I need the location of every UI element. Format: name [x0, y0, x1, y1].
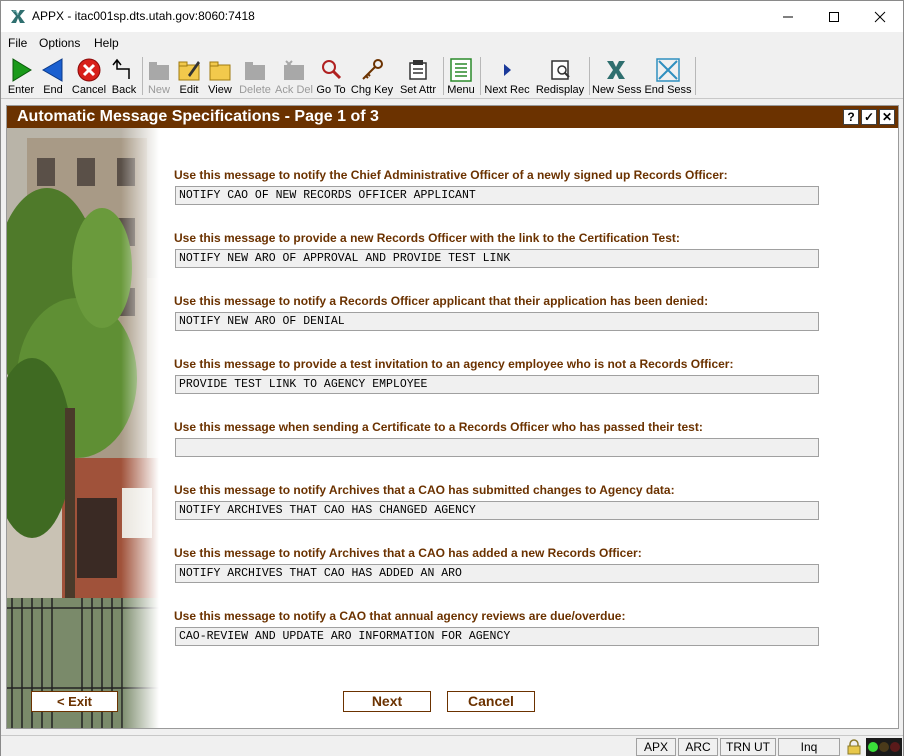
back-arrow-icon: [42, 58, 63, 82]
close-window-button[interactable]: [857, 1, 903, 32]
status-mode: Inq: [778, 738, 840, 756]
back-button[interactable]: Back: [109, 55, 139, 97]
new-button[interactable]: New: [145, 55, 173, 97]
end-session-icon: [656, 58, 680, 82]
window-title: APPX - itac001sp.dts.utah.gov:8060:7418: [32, 9, 255, 23]
ack-delete-icon: [284, 60, 304, 80]
question-label: Use this message when sending a Certific…: [174, 420, 703, 434]
ack-del-button[interactable]: Ack Del: [275, 55, 313, 97]
page-title: Automatic Message Specifications - Page …: [17, 108, 379, 125]
message-field-5[interactable]: [175, 438, 819, 457]
go-to-button[interactable]: Go To: [315, 55, 347, 97]
menu-list-icon: [450, 58, 472, 82]
minimize-icon: [783, 16, 793, 17]
redisplay-icon: [551, 60, 570, 80]
menu-file[interactable]: File: [8, 36, 27, 50]
toolbar-separator: [142, 57, 143, 95]
cancel-x-icon: [77, 58, 101, 82]
delete-folder-icon: [245, 62, 265, 80]
status-trn: TRN UT: [720, 738, 776, 756]
toolbar-separator: [443, 57, 444, 95]
toolbar-separator: [480, 57, 481, 95]
close-icon: [874, 11, 886, 22]
panel-header: Automatic Message Specifications - Page …: [7, 106, 898, 128]
edit-button[interactable]: Edit: [175, 55, 203, 97]
appx-logo-icon: [11, 10, 25, 23]
form-panel: Automatic Message Specifications - Page …: [6, 105, 899, 729]
question-label: Use this message to notify a Records Off…: [174, 294, 709, 308]
cancel-button[interactable]: Cancel: [447, 691, 535, 712]
maximize-button[interactable]: [811, 1, 857, 32]
form-content: Use this message to notify the Chief Adm…: [7, 128, 898, 728]
chg-key-button[interactable]: Chg Key: [350, 55, 394, 97]
question-label: Use this message to notify the Chief Adm…: [174, 168, 728, 182]
magnifier-icon: [322, 60, 342, 80]
cancel-button-toolbar[interactable]: Cancel: [70, 55, 108, 97]
menu-bar: File Options Help: [1, 33, 903, 53]
menu-options[interactable]: Options: [39, 36, 80, 50]
question-label: Use this message to notify Archives that…: [174, 546, 642, 560]
play-arrow-icon: [12, 58, 32, 82]
redisplay-button[interactable]: Redisplay: [534, 55, 586, 97]
lock-icon: [847, 739, 861, 755]
help-button[interactable]: ?: [843, 109, 859, 125]
question-label: Use this message to provide a new Record…: [174, 231, 680, 245]
status-bar: APX ARC TRN UT Inq: [1, 735, 903, 756]
next-rec-button[interactable]: Next Rec: [483, 55, 531, 97]
message-field-2[interactable]: NOTIFY NEW ARO OF APPROVAL AND PROVIDE T…: [175, 249, 819, 268]
traffic-light-icon: [866, 738, 902, 756]
new-folder-icon: [149, 62, 169, 80]
message-field-3[interactable]: NOTIFY NEW ARO OF DENIAL: [175, 312, 819, 331]
toolbar-separator: [589, 57, 590, 95]
minimize-button[interactable]: [765, 1, 811, 32]
view-button[interactable]: View: [206, 55, 234, 97]
end-sess-button[interactable]: End Sess: [643, 55, 693, 97]
message-field-8[interactable]: CAO-REVIEW AND UPDATE ARO INFORMATION FO…: [175, 627, 819, 646]
maximize-icon: [829, 11, 839, 22]
key-icon: [362, 59, 383, 80]
toolbar: Enter End Cancel Back New Edit View Dele…: [1, 53, 903, 99]
question-label: Use this message to notify a CAO that an…: [174, 609, 626, 623]
set-attr-button[interactable]: Set Attr: [397, 55, 439, 97]
app-window: APPX - itac001sp.dts.utah.gov:8060:7418 …: [0, 0, 904, 756]
message-field-1[interactable]: NOTIFY CAO OF NEW RECORDS OFFICER APPLIC…: [175, 186, 819, 205]
message-field-7[interactable]: NOTIFY ARCHIVES THAT CAO HAS ADDED AN AR…: [175, 564, 819, 583]
set-attributes-icon: [409, 60, 427, 80]
next-record-icon: [504, 64, 511, 76]
question-label: Use this message to notify Archives that…: [174, 483, 675, 497]
undo-arrow-icon: [112, 58, 130, 79]
edit-folder-icon: [178, 61, 200, 81]
close-panel-button[interactable]: ✕: [879, 109, 895, 125]
end-button[interactable]: End: [39, 55, 67, 97]
menu-button[interactable]: Menu: [446, 55, 476, 97]
message-field-4[interactable]: PROVIDE TEST LINK TO AGENCY EMPLOYEE: [175, 375, 819, 394]
new-sess-button[interactable]: New Sess: [592, 55, 642, 97]
title-bar: APPX - itac001sp.dts.utah.gov:8060:7418: [1, 1, 903, 32]
new-session-icon: [607, 61, 625, 79]
view-folder-icon: [209, 61, 231, 81]
toolbar-separator: [695, 57, 696, 95]
delete-button[interactable]: Delete: [237, 55, 273, 97]
exit-button[interactable]: < Exit: [31, 691, 118, 712]
menu-help[interactable]: Help: [94, 36, 119, 50]
ok-button[interactable]: ✓: [861, 109, 877, 125]
enter-button[interactable]: Enter: [4, 55, 38, 97]
question-label: Use this message to provide a test invit…: [174, 357, 734, 371]
status-apx: APX: [636, 738, 676, 756]
status-arc: ARC: [678, 738, 718, 756]
message-field-6[interactable]: NOTIFY ARCHIVES THAT CAO HAS CHANGED AGE…: [175, 501, 819, 520]
next-button[interactable]: Next: [343, 691, 431, 712]
